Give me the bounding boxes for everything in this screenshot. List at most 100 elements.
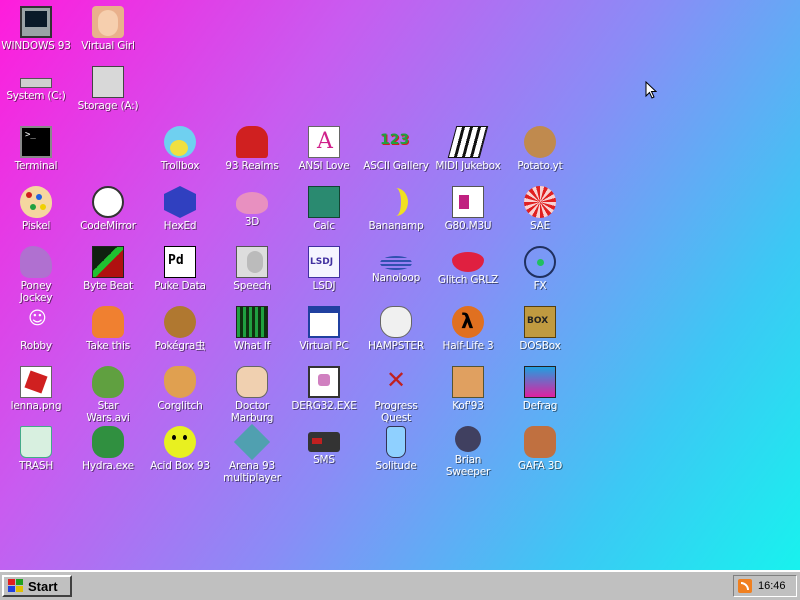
desktop-icon-codemirror[interactable]: CodeMirror (72, 182, 144, 238)
desktop-icon-puke-data[interactable]: Puke Data (144, 242, 216, 298)
start-button[interactable]: Start (2, 575, 72, 597)
desktop-icon-ansi-love[interactable]: ANSI Love (288, 122, 360, 178)
icon-label: Poney Jockey (19, 280, 53, 304)
desktop-icon-windows93[interactable]: WINDOWS 93 (0, 2, 72, 58)
icon-label: Bananamp (368, 220, 424, 232)
desktop-icon-3d[interactable]: 3D (216, 182, 288, 238)
desktop-icon-fx[interactable]: FX (504, 242, 576, 298)
desktop-icon-take-this[interactable]: Take this (72, 302, 144, 358)
desktop-icon-potato-yt[interactable]: Potato.yt (504, 122, 576, 178)
desktop-icon-93-realms[interactable]: 93 Realms (216, 122, 288, 178)
desktop-icon-solitude[interactable]: Solitude (360, 422, 432, 478)
desktop-icon-bananamp[interactable]: Bananamp (360, 182, 432, 238)
icon-label: CodeMirror (80, 220, 136, 232)
icon-label: HAMPSTER (368, 340, 424, 352)
owl-icon (380, 306, 412, 338)
icon-label: Pokégra虫 (154, 340, 206, 352)
desktop-icon-speech[interactable]: Speech (216, 242, 288, 298)
numbers-icon (380, 126, 412, 158)
desktop-icon-half-life-3[interactable]: Half-Life 3 (432, 302, 504, 358)
calculator-icon (308, 186, 340, 218)
icon-label: Nanoloop (371, 272, 421, 284)
icon-label: MIDI Jukebox (435, 160, 501, 172)
icon-label: Virtual PC (299, 340, 349, 352)
hard-drive-icon (20, 78, 52, 88)
desktop-icon-progress-quest[interactable]: Progress Quest (360, 362, 432, 424)
desktop-icon-defrag[interactable]: Defrag (504, 362, 576, 418)
lips-icon (452, 252, 484, 272)
icon-label: What If (233, 340, 271, 352)
desktop-icon-ascii-gallery[interactable]: ASCII Gallery (360, 122, 432, 178)
knight-icon (236, 126, 268, 158)
desktop-icon-glitch-grlz[interactable]: Glitch GRLZ (432, 242, 504, 298)
desktop-icon-gafa-3d[interactable]: GAFA 3D (504, 422, 576, 478)
desktop-icon-hampster[interactable]: HAMPSTER (360, 302, 432, 358)
desktop-icon-calc[interactable]: Calc (288, 182, 360, 238)
desktop-icon-kof93[interactable]: Kof'93 (432, 362, 504, 418)
floppy-drive-icon (92, 66, 124, 98)
desktop-icon-dosbox[interactable]: DOSBox (504, 302, 576, 358)
desktop-icon-byte-beat[interactable]: Byte Beat (72, 242, 144, 298)
corgi-icon (164, 366, 196, 398)
desktop-icon-trollbox[interactable]: Trollbox (144, 122, 216, 178)
desktop-icon-brian-sweeper[interactable]: Brian Sweeper (432, 422, 504, 478)
icon-label: Potato.yt (517, 160, 563, 172)
clock[interactable]: 16:46 (758, 580, 786, 592)
checkered-ball-icon (524, 186, 556, 218)
derg-icon (308, 366, 340, 398)
desktop-icon-what-if[interactable]: What If (216, 302, 288, 358)
desktop-icon-sms[interactable]: SMS (288, 422, 360, 478)
desktop-icon-sae[interactable]: SAE (504, 182, 576, 238)
icon-label: TRASH (18, 460, 54, 472)
desktop-icon-poney-jockey[interactable]: Poney Jockey (0, 242, 72, 304)
desktop-icon-lenna-png[interactable]: lenna.png (0, 362, 72, 418)
icon-label: Calc (313, 220, 335, 232)
ansi-letter-icon (308, 126, 340, 158)
bottle-icon (386, 426, 406, 458)
desktop-icon-lsdj[interactable]: LSDJ (288, 242, 360, 298)
system-tray: 16:46 (733, 575, 797, 597)
desktop-icon-robby[interactable]: Robby (0, 302, 72, 358)
hexagon-icon (164, 186, 196, 218)
desktop-icon-acid-box-93[interactable]: Acid Box 93 (144, 422, 216, 478)
desktop-icon-piskel[interactable]: Piskel (0, 182, 72, 238)
chat-bubble-icon (164, 126, 196, 158)
desktop-icon-doctor-marburg[interactable]: Doctor Marburg (216, 362, 288, 424)
icon-label: LSDJ (312, 280, 336, 292)
mine-icon (455, 426, 481, 452)
desktop-icon-hexed[interactable]: HexEd (144, 182, 216, 238)
desktop-icon-terminal[interactable]: Terminal (0, 122, 72, 178)
icon-label: Star Wars.avi (86, 400, 130, 424)
desktop-icon-nanoloop[interactable]: Nanoloop (360, 242, 432, 298)
recycle-bin-icon (20, 426, 52, 458)
icon-label: GAFA 3D (517, 460, 563, 472)
desktop-icon-storage-a[interactable]: Storage (A:) (72, 62, 144, 118)
icon-label: System (C:) (6, 90, 66, 102)
icon-label: DERG32.EXE (291, 400, 357, 412)
desktop-icon-derg32[interactable]: DERG32.EXE (288, 362, 360, 418)
acid-smiley-icon (164, 426, 196, 458)
desktop-icon-arena-93[interactable]: Arena 93 multiplayer (216, 422, 288, 484)
doctor-icon (236, 366, 268, 398)
dosbox-icon (524, 306, 556, 338)
icon-label: Defrag (522, 400, 558, 412)
desktop-icon-star-wars[interactable]: Star Wars.avi (72, 362, 144, 424)
desktop-icon-trash[interactable]: TRASH (0, 422, 72, 478)
hydra-icon (92, 426, 124, 458)
yoda-icon (92, 366, 124, 398)
lambda-icon (452, 306, 484, 338)
desktop-icon-corglitch[interactable]: Corglitch (144, 362, 216, 418)
rss-icon[interactable] (738, 579, 752, 593)
desktop-icon-system-c[interactable]: System (C:) (0, 62, 72, 118)
desktop-icon-midi-jukebox[interactable]: MIDI Jukebox (432, 122, 504, 178)
icon-label: Doctor Marburg (230, 400, 274, 424)
desktop-icon-virtual-girl[interactable]: Virtual Girl (72, 2, 144, 58)
desktop-icon-g80-m3u[interactable]: G80.M3U (432, 182, 504, 238)
paint-palette-icon (20, 186, 52, 218)
icon-label: Robby (20, 340, 52, 352)
desktop-icon-hydra[interactable]: Hydra.exe (72, 422, 144, 478)
icon-label: Byte Beat (83, 280, 133, 292)
desktop-icon-virtual-pc[interactable]: Virtual PC (288, 302, 360, 358)
desktop-icon-pokegra[interactable]: Pokégra虫 (144, 302, 216, 358)
teapot-icon (236, 192, 268, 214)
